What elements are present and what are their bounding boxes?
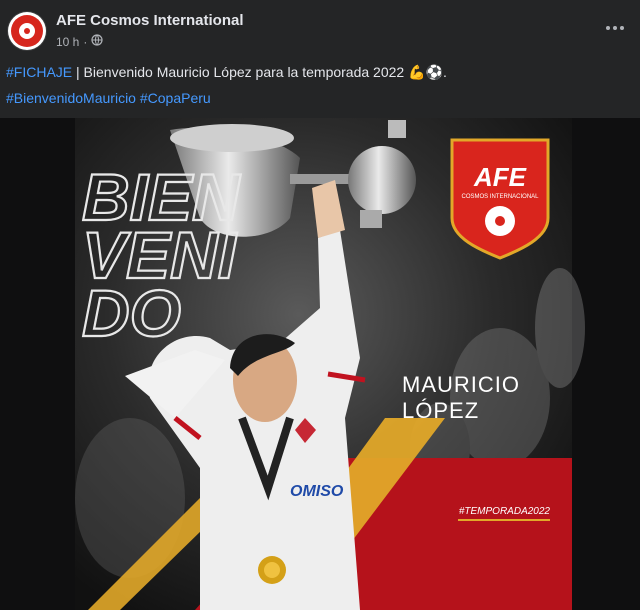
- logo-sub-text: COSMOS INTERNACIONAL: [461, 194, 539, 200]
- caption-emoji: 💪⚽.: [408, 64, 447, 80]
- logo-main-text: AFE: [473, 162, 527, 192]
- meta-separator: ·: [83, 34, 88, 49]
- post-image[interactable]: OMISO BIEN VENI DO AFE COSMOS INTERNACIO…: [0, 118, 640, 610]
- caption-text: Bienvenido Mauricio López para la tempor…: [83, 64, 409, 80]
- player-last-name: LÓPEZ: [402, 398, 479, 423]
- season-hashtag: #TEMPORADA2022: [459, 506, 551, 517]
- dot-icon: [606, 26, 610, 30]
- afe-logo-icon: [11, 15, 43, 47]
- caption-separator: |: [72, 64, 84, 80]
- player-first-name: MAURICIO: [402, 372, 520, 397]
- more-options-button[interactable]: [600, 18, 630, 38]
- hashtag-fichaje[interactable]: #FICHAJE: [6, 64, 72, 80]
- headline-line-3: DO: [82, 276, 181, 350]
- welcome-graphic: OMISO BIEN VENI DO AFE COSMOS INTERNACIO…: [75, 118, 585, 610]
- post-time[interactable]: 10 h: [56, 35, 79, 49]
- page-avatar[interactable]: [8, 12, 46, 50]
- caption-line-2: #BienvenidoMauricio #CopaPeru: [6, 88, 626, 114]
- post-meta: 10 h ·: [56, 34, 103, 49]
- page-name[interactable]: AFE Cosmos International: [56, 12, 244, 29]
- globe-icon[interactable]: [91, 34, 103, 49]
- svg-text:OMISO: OMISO: [290, 483, 344, 500]
- caption-line-1: #FICHAJE | Bienvenido Mauricio López par…: [6, 62, 626, 88]
- post-caption: #FICHAJE | Bienvenido Mauricio López par…: [6, 62, 626, 114]
- post-header: AFE Cosmos International 10 h ·: [0, 0, 640, 60]
- afe-logo-shield: AFE COSMOS INTERNACIONAL: [450, 138, 550, 260]
- hashtag-copaperu[interactable]: #CopaPeru: [140, 90, 211, 106]
- dot-icon: [613, 26, 617, 30]
- hashtag-bienvenido[interactable]: #BienvenidoMauricio: [6, 90, 136, 106]
- dot-icon: [620, 26, 624, 30]
